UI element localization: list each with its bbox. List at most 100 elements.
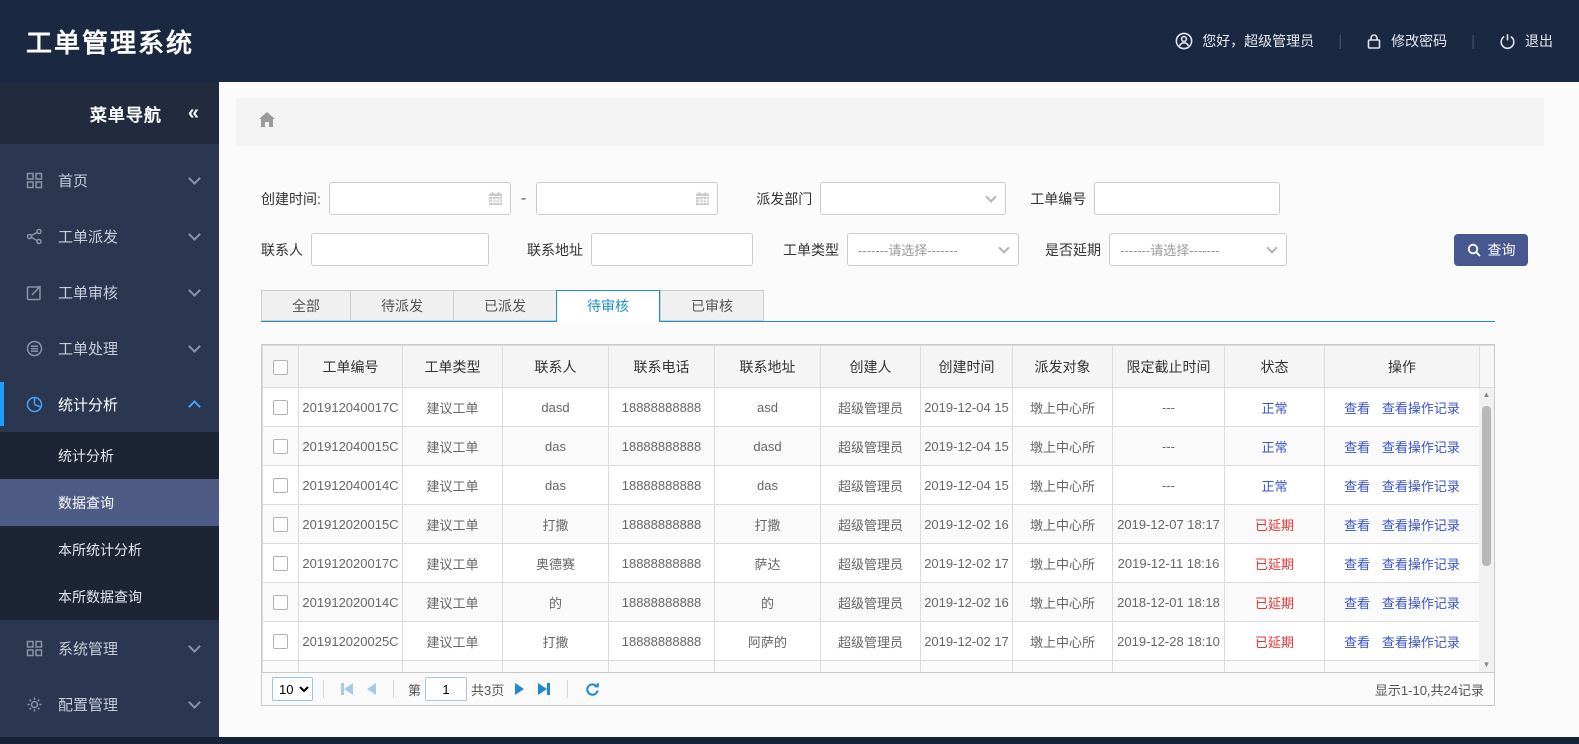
view-log-link[interactable]: 查看操作记录 bbox=[1382, 440, 1460, 455]
cell-deadline: 2019-12-07 18:17 bbox=[1112, 504, 1225, 544]
row-checkbox[interactable] bbox=[273, 439, 288, 455]
cell-address: 打撒 bbox=[714, 504, 821, 544]
sidebar-collapse-button[interactable]: « bbox=[188, 102, 199, 125]
sidebar-item-process[interactable]: 工单处理 bbox=[0, 320, 219, 376]
page-size-select[interactable]: 10 bbox=[272, 677, 313, 701]
submenu-item-data-query[interactable]: 数据查询 bbox=[0, 479, 219, 526]
cell-created: 2019-12-02 17 bbox=[920, 543, 1013, 583]
sidebar-item-config[interactable]: 配置管理 bbox=[0, 676, 219, 732]
cell-address: 萨达 bbox=[714, 543, 821, 583]
view-log-link[interactable]: 查看操作记录 bbox=[1382, 479, 1460, 494]
edit-icon bbox=[24, 284, 44, 301]
cell-order-no: 201912020025C bbox=[298, 621, 403, 661]
sidebar-item-review[interactable]: 工单审核 bbox=[0, 264, 219, 320]
cell-created: 2019-12-04 15 bbox=[920, 387, 1013, 427]
order-no-input[interactable] bbox=[1094, 182, 1281, 215]
sidebar-item-dispatch[interactable]: 工单派发 bbox=[0, 208, 219, 264]
address-label: 联系地址 bbox=[527, 241, 583, 258]
sidebar: 菜单导航 « 首页 工单派发 工单审核 工单处理 统计分析 统计分析 数据查询 … bbox=[0, 82, 219, 737]
view-log-link[interactable]: 查看操作记录 bbox=[1382, 401, 1460, 416]
sidebar-item-statistics[interactable]: 统计分析 bbox=[0, 376, 219, 432]
table-row: 201912040015C 建议工单 das 18888888888 dasd … bbox=[262, 426, 1494, 466]
record-summary: 显示1-10,共24记录 bbox=[1374, 682, 1484, 698]
cell-type: 建议工单 bbox=[402, 621, 503, 661]
create-time-end-input[interactable] bbox=[536, 182, 719, 215]
logout-button[interactable]: 退出 bbox=[1499, 31, 1553, 51]
tab-all[interactable]: 全部 bbox=[261, 290, 350, 321]
delay-select[interactable]: -------请选择------- bbox=[1109, 233, 1287, 266]
scrollbar-thumb[interactable] bbox=[1482, 406, 1491, 566]
modules-icon bbox=[24, 640, 44, 657]
tab-pending-review[interactable]: 待审核 bbox=[556, 290, 660, 322]
row-checkbox[interactable] bbox=[273, 556, 288, 572]
search-button[interactable]: 查询 bbox=[1454, 233, 1528, 266]
scroll-up-icon[interactable]: ▲ bbox=[1483, 388, 1491, 402]
cell-operations: 查看 查看操作记录 bbox=[1324, 387, 1480, 427]
cell-status: 已延期 bbox=[1224, 621, 1325, 661]
contact-input[interactable] bbox=[311, 233, 489, 266]
row-checkbox[interactable] bbox=[273, 400, 288, 416]
cell-created: 2019-12-04 15 bbox=[920, 465, 1013, 505]
refresh-icon[interactable] bbox=[585, 682, 600, 697]
row-checkbox[interactable] bbox=[273, 595, 288, 611]
prev-page-button[interactable] bbox=[367, 683, 376, 695]
view-link[interactable]: 查看 bbox=[1344, 401, 1370, 416]
cell-address: 的 bbox=[714, 582, 821, 622]
table-scrollbar[interactable]: ▲ ▼ bbox=[1479, 388, 1494, 672]
row-checkbox[interactable] bbox=[273, 478, 288, 494]
col-operations: 操作 bbox=[1324, 345, 1480, 388]
filter-panel: 创建时间: - 派发部门 工单编号 联系人 联系地址 工单类型 -------请… bbox=[261, 182, 1544, 266]
order-type-select[interactable]: -------请选择------- bbox=[847, 233, 1019, 266]
cell-deadline: 2019-12-28 18:10 bbox=[1112, 621, 1225, 661]
cell-creator: 超级管理员 bbox=[820, 465, 921, 505]
page-number-input[interactable] bbox=[425, 677, 468, 701]
range-separator: - bbox=[520, 189, 527, 207]
view-link[interactable]: 查看 bbox=[1344, 518, 1370, 533]
sidebar-item-system[interactable]: 系统管理 bbox=[0, 620, 219, 676]
next-page-button[interactable] bbox=[515, 683, 525, 695]
chevron-down-icon bbox=[998, 241, 1010, 254]
view-link[interactable]: 查看 bbox=[1344, 635, 1370, 650]
last-page-button[interactable] bbox=[538, 683, 551, 695]
view-link[interactable]: 查看 bbox=[1344, 557, 1370, 572]
col-phone: 联系电话 bbox=[608, 345, 715, 388]
table-header-row: 工单编号 工单类型 联系人 联系电话 联系地址 创建人 创建时间 派发对象 限定… bbox=[262, 345, 1494, 388]
view-log-link[interactable]: 查看操作记录 bbox=[1382, 557, 1460, 572]
view-log-link[interactable]: 查看操作记录 bbox=[1382, 596, 1460, 611]
cell-type: 建议工单 bbox=[402, 465, 503, 505]
view-link[interactable]: 查看 bbox=[1344, 440, 1370, 455]
row-checkbox[interactable] bbox=[273, 634, 288, 650]
row-checkbox[interactable] bbox=[273, 517, 288, 533]
address-input[interactable] bbox=[591, 233, 753, 266]
col-created: 创建时间 bbox=[920, 345, 1013, 388]
view-log-link[interactable]: 查看操作记录 bbox=[1382, 518, 1460, 533]
cell-status: 正常 bbox=[1224, 387, 1325, 427]
view-link[interactable]: 查看 bbox=[1344, 479, 1370, 494]
home-icon[interactable] bbox=[258, 111, 276, 133]
page-prefix-label: 第 bbox=[408, 682, 422, 698]
cell-address: dasd bbox=[714, 426, 821, 466]
cell-creator: 超级管理员 bbox=[820, 543, 921, 583]
dispatch-dept-select[interactable] bbox=[820, 182, 1007, 215]
view-link[interactable]: 查看 bbox=[1344, 596, 1370, 611]
pager-divider bbox=[567, 680, 569, 698]
change-password-button[interactable]: 修改密码 bbox=[1366, 31, 1447, 51]
create-time-start-input[interactable] bbox=[328, 182, 511, 215]
chevron-down-icon bbox=[188, 171, 201, 185]
tab-reviewed[interactable]: 已审核 bbox=[660, 290, 764, 321]
chevron-down-icon bbox=[1266, 241, 1278, 254]
tab-pending-dispatch[interactable]: 待派发 bbox=[350, 290, 453, 321]
submenu-item-statistics[interactable]: 统计分析 bbox=[0, 432, 219, 479]
sidebar-item-home[interactable]: 首页 bbox=[0, 152, 219, 208]
scroll-down-icon[interactable]: ▼ bbox=[1483, 658, 1491, 672]
tab-dispatched[interactable]: 已派发 bbox=[453, 290, 556, 321]
first-page-button[interactable] bbox=[341, 683, 353, 695]
submenu-item-local-statistics[interactable]: 本所统计分析 bbox=[0, 526, 219, 573]
select-all-checkbox[interactable] bbox=[273, 359, 288, 375]
power-icon bbox=[1499, 33, 1516, 50]
view-log-link[interactable]: 查看操作记录 bbox=[1382, 635, 1460, 650]
submenu-item-local-data-query[interactable]: 本所数据查询 bbox=[0, 573, 219, 620]
pager-divider bbox=[393, 680, 394, 698]
cell-deadline: 2018-12-01 18:18 bbox=[1112, 582, 1225, 622]
process-icon bbox=[24, 340, 44, 357]
